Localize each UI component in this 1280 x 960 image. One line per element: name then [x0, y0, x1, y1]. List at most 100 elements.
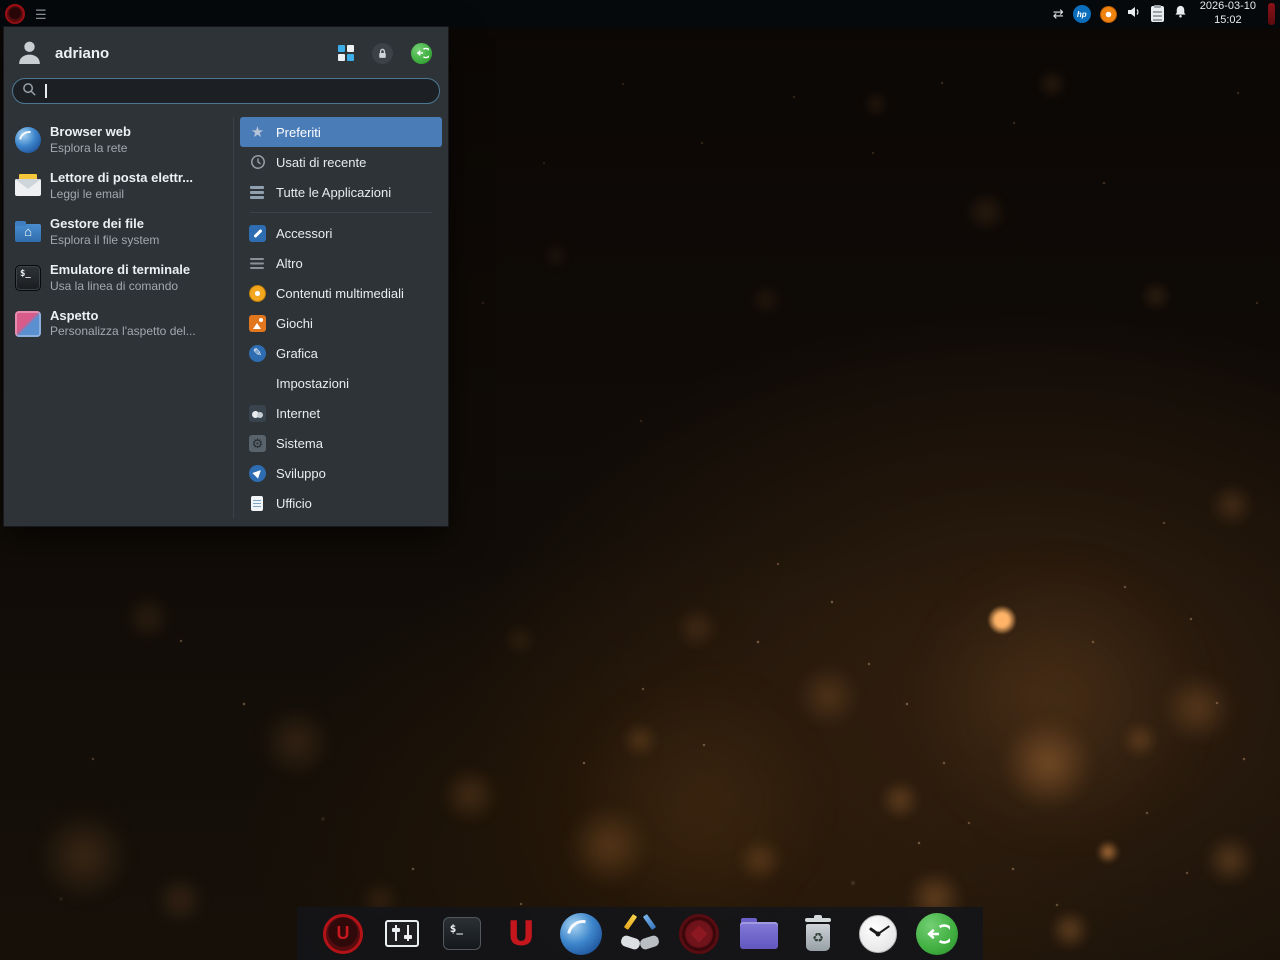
- distro-logo-icon: U: [323, 914, 363, 954]
- dock-clock[interactable]: [856, 911, 900, 957]
- menu-body: Browser web Esplora la rete Lettore di p…: [4, 113, 448, 526]
- dock-file-manager[interactable]: [737, 911, 781, 957]
- browser-icon: [15, 127, 41, 153]
- terminal-icon: $_: [443, 917, 481, 950]
- leave-icon[interactable]: [411, 43, 432, 64]
- bokeh-light: [570, 670, 830, 930]
- system-tray: ⇄ hp 2026-03-10 15:02: [1053, 0, 1275, 28]
- clipboard-icon[interactable]: [1151, 6, 1164, 22]
- dock-leave[interactable]: [915, 911, 959, 957]
- favorite-title: Browser web: [50, 124, 131, 141]
- favorite-terminal[interactable]: $_ Emulatore di terminale Usa la linea d…: [12, 255, 231, 301]
- chromium-tray-icon[interactable]: [1100, 6, 1117, 23]
- bokeh-light: [1002, 718, 1094, 810]
- favorite-text: Aspetto Personalizza l'aspetto del...: [50, 308, 196, 340]
- favorite-file-manager[interactable]: ⌂ Gestore dei file Esplora il file syste…: [12, 209, 231, 255]
- category-label: Sistema: [276, 436, 323, 451]
- settings-category-icon: [249, 375, 266, 392]
- bokeh-light: [1140, 280, 1172, 312]
- bokeh-light: [1204, 834, 1256, 886]
- lock-screen-icon[interactable]: [372, 43, 393, 64]
- internet-icon: [249, 405, 266, 422]
- category-giochi[interactable]: Giochi: [240, 308, 442, 338]
- categories-list: ★ Preferiti Usati di recente Tutte le Ap…: [234, 117, 442, 518]
- favorite-subtitle: Esplora il file system: [50, 233, 159, 248]
- search-input[interactable]: [12, 78, 440, 104]
- category-grafica[interactable]: ✎ Grafica: [240, 338, 442, 368]
- bokeh-light: [879, 779, 921, 821]
- bokeh-light: [37, 809, 131, 903]
- view-label: Preferiti: [276, 125, 321, 140]
- category-accessori[interactable]: Accessori: [240, 218, 442, 248]
- dock-browser[interactable]: [559, 911, 603, 957]
- username: adriano: [55, 45, 109, 62]
- favorite-title: Aspetto: [50, 308, 196, 325]
- dock-pager[interactable]: [380, 911, 424, 957]
- bokeh-light: [154, 874, 206, 926]
- dock-terminal[interactable]: $_: [440, 911, 484, 957]
- category-label: Giochi: [276, 316, 313, 331]
- recycle-glyph: ♻: [812, 931, 824, 944]
- bokeh-light: [125, 595, 171, 641]
- settings-icon[interactable]: [338, 45, 354, 61]
- menu-view-recenti[interactable]: Usati di recente: [240, 147, 442, 177]
- favorite-text: Browser web Esplora la rete: [50, 124, 131, 156]
- favorite-title: Gestore dei file: [50, 216, 159, 233]
- view-label: Usati di recente: [276, 155, 366, 170]
- notifications-bell-icon[interactable]: [1173, 4, 1188, 24]
- terminal-icon: $_: [15, 265, 41, 291]
- favorite-mail-reader[interactable]: Lettore di posta elettr... Leggi le emai…: [12, 163, 231, 209]
- bokeh-light: [1096, 840, 1120, 864]
- browser-icon: [560, 913, 602, 955]
- dock-collaboration[interactable]: [618, 911, 662, 957]
- favorite-title: Emulatore di terminale: [50, 262, 190, 279]
- volume-icon[interactable]: [1126, 4, 1142, 25]
- favorite-subtitle: Personalizza l'aspetto del...: [50, 324, 196, 339]
- dock-distro-logo[interactable]: U: [321, 911, 365, 957]
- emblem-icon: [679, 914, 719, 954]
- menu-separator: [250, 212, 432, 213]
- category-label: Grafica: [276, 346, 318, 361]
- bokeh-light: [796, 664, 860, 728]
- top-panel: ☰ ⇄ hp 2026-03-10 15:02: [0, 0, 1280, 28]
- search-icon: [22, 82, 37, 100]
- clock-date: 2026-03-10: [1200, 0, 1256, 14]
- input-switcher-icon[interactable]: ⇄: [1053, 6, 1064, 22]
- menu-view-preferiti[interactable]: ★ Preferiti: [240, 117, 442, 147]
- bokeh-light: [1036, 68, 1068, 100]
- favorite-appearance[interactable]: Aspetto Personalizza l'aspetto del...: [12, 301, 231, 347]
- panel-clock[interactable]: 2026-03-10 15:02: [1197, 0, 1259, 28]
- category-multimedia[interactable]: Contenuti multimediali: [240, 278, 442, 308]
- bokeh-light: [1210, 483, 1254, 527]
- clock-icon: [859, 915, 897, 953]
- dock-emblem[interactable]: [677, 911, 721, 957]
- category-label: Altro: [276, 256, 303, 271]
- panel-edge-widget[interactable]: [1268, 3, 1275, 25]
- category-label: Ufficio: [276, 496, 312, 511]
- category-impostazioni[interactable]: Impostazioni: [240, 368, 442, 398]
- accessories-icon: [249, 225, 266, 242]
- bokeh-light: [504, 624, 536, 656]
- category-ufficio[interactable]: Ufficio: [240, 488, 442, 518]
- favorite-browser-web[interactable]: Browser web Esplora la rete: [12, 117, 231, 163]
- category-sviluppo[interactable]: Sviluppo: [240, 458, 442, 488]
- category-altro[interactable]: Altro: [240, 248, 442, 278]
- bokeh-light: [566, 804, 650, 888]
- dock-u-red-app[interactable]: U: [499, 911, 543, 957]
- distro-logo-icon[interactable]: [5, 4, 25, 24]
- bokeh-light: [676, 607, 718, 649]
- trash-icon: ♻: [803, 915, 833, 953]
- category-internet[interactable]: Internet: [240, 398, 442, 428]
- menu-view-tutte-le-applicazioni[interactable]: Tutte le Applicazioni: [240, 177, 442, 207]
- application-menu: adriano Browser web Esplora la rete: [3, 26, 449, 527]
- dock-trash[interactable]: ♻: [796, 911, 840, 957]
- file-manager-icon: ⌂: [15, 219, 41, 245]
- panel-menu-icon[interactable]: ☰: [35, 8, 47, 21]
- bokeh-light: [965, 191, 1007, 233]
- system-gear-icon: ⚙: [249, 435, 266, 452]
- hp-device-icon[interactable]: hp: [1073, 5, 1091, 23]
- menu-header: adriano: [4, 27, 448, 76]
- category-sistema[interactable]: ⚙ Sistema: [240, 428, 442, 458]
- handshake-icon: [618, 912, 662, 956]
- bokeh-light: [259, 705, 333, 779]
